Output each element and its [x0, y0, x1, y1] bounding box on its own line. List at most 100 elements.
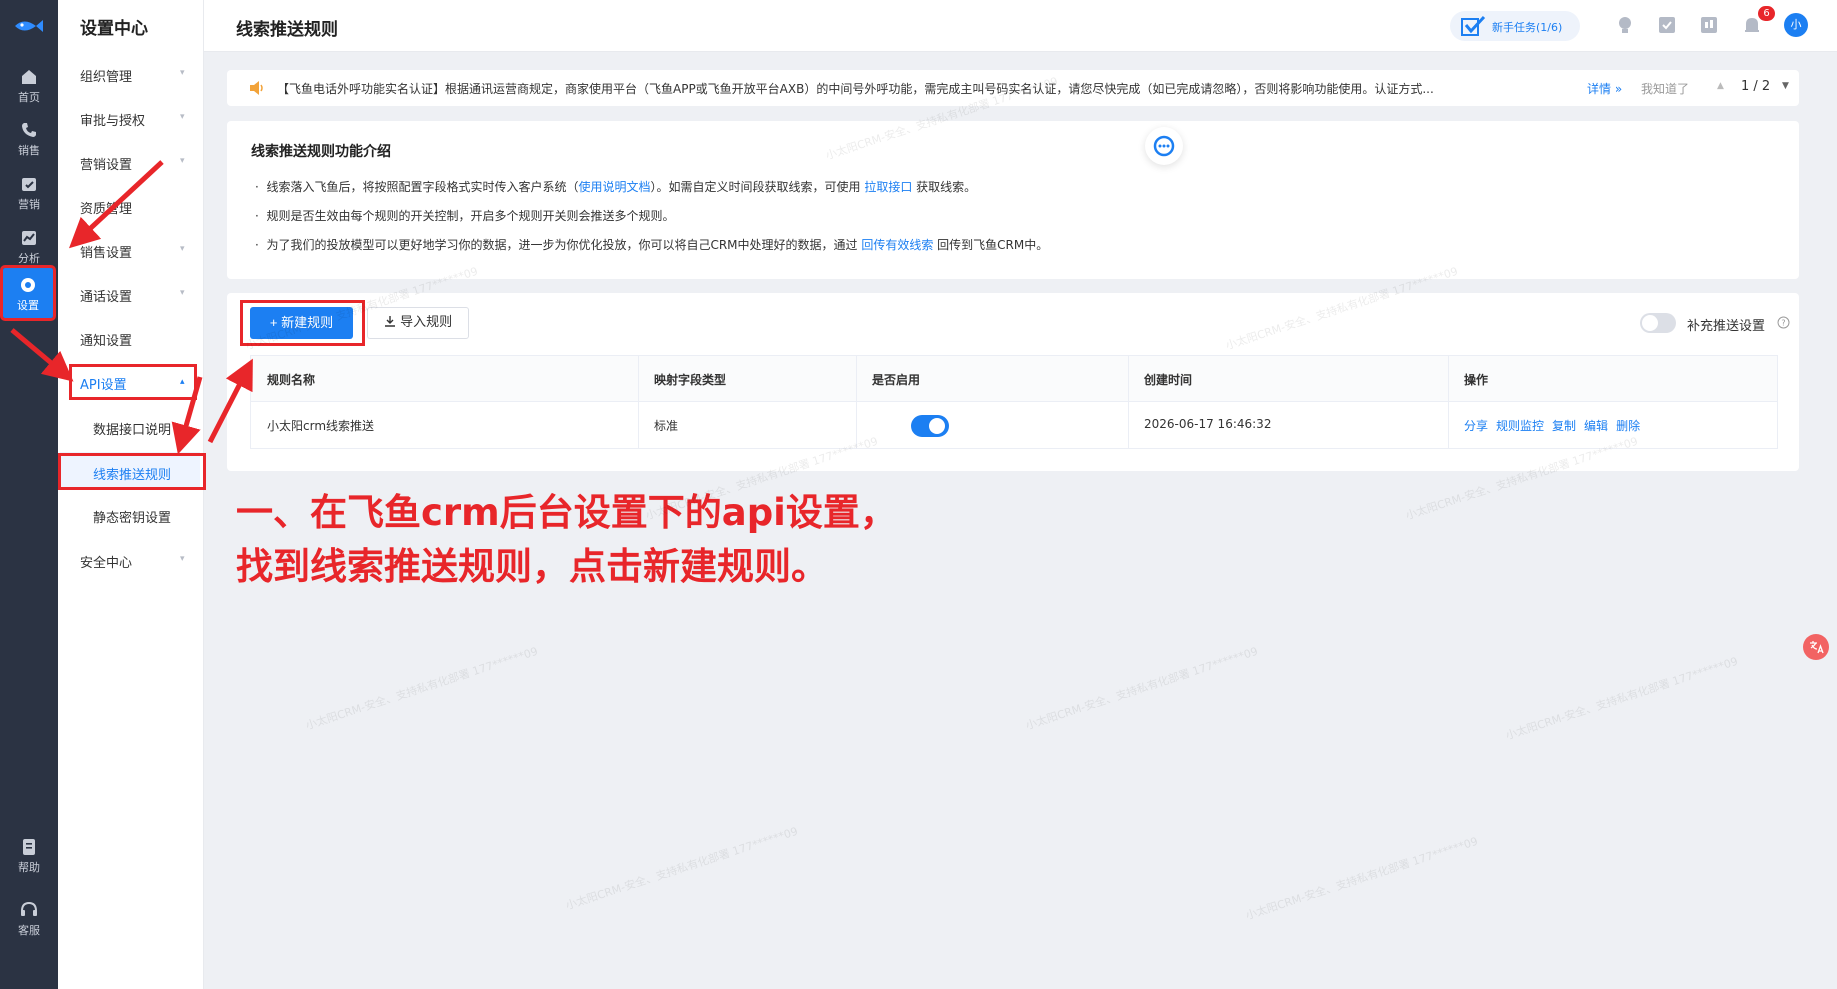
- intro-bullet-1: · 线索落入飞鱼后，将按照配置字段格式实时传入客户系统（使用说明文档）。如需自定…: [255, 178, 976, 195]
- svg-text:?: ?: [1781, 319, 1785, 328]
- menu-api[interactable]: API设置: [80, 374, 127, 393]
- import-rule-label: 导入规则: [400, 315, 453, 330]
- rail-settings[interactable]: 设置: [0, 265, 56, 321]
- bullet-1-mid: ）。如需自定义时间段获取线索，可使用: [650, 180, 865, 194]
- rail-analysis[interactable]: 分析: [0, 221, 58, 269]
- cell-field-type: 标准: [654, 419, 679, 433]
- delete-link[interactable]: 删除: [1616, 419, 1640, 433]
- notice-pager: 1 / 2: [1741, 79, 1771, 94]
- usage-doc-link[interactable]: 使用说明文档: [578, 180, 650, 194]
- marketing-icon: [22, 178, 36, 191]
- watermark: 小太阳CRM-安全、支持私有化部署 177******09: [304, 644, 540, 733]
- callback-leads-link[interactable]: 回传有效线索: [861, 238, 933, 252]
- top-bar: 线索推送规则 新手任务(1/6) 6 小: [204, 0, 1837, 52]
- header-field-type: 映射字段类型: [638, 356, 856, 402]
- menu-lead-push-rules[interactable]: 线索推送规则: [60, 452, 200, 488]
- left-rail: 首页 销售 营销 分析 设置 帮助 客服: [0, 0, 58, 989]
- lightbulb-icon[interactable]: [1614, 14, 1636, 36]
- cell-rule-name: 小太阳crm线索推送: [267, 419, 375, 433]
- rail-service[interactable]: 客服: [0, 893, 58, 941]
- speaker-icon: [250, 81, 263, 95]
- chat-assistant-button[interactable]: [1145, 127, 1183, 165]
- rail-home[interactable]: 首页: [0, 60, 58, 108]
- newbie-task-button[interactable]: 新手任务(1/6): [1450, 11, 1580, 41]
- new-rule-button[interactable]: + 新建规则: [250, 307, 353, 339]
- menu-security[interactable]: 安全中心: [80, 552, 132, 571]
- rail-help[interactable]: 帮助: [0, 830, 58, 878]
- bullet-dot: ·: [255, 238, 267, 252]
- enable-switch[interactable]: [911, 415, 949, 437]
- bullet-dot: ·: [255, 209, 267, 223]
- app-grid-icon[interactable]: [1698, 14, 1720, 36]
- chevron-up-icon: ▴: [180, 377, 185, 387]
- download-icon: [384, 316, 395, 327]
- notification-count-badge: 6: [1758, 6, 1775, 21]
- intro-card: 线索推送规则功能介绍 · 线索落入飞鱼后，将按照配置字段格式实时传入客户系统（使…: [227, 121, 1799, 279]
- menu-qualification[interactable]: 资质管理: [80, 198, 132, 217]
- headset-icon: [21, 901, 37, 916]
- cell-actions: 分享 规则监控 复制 编辑 删除: [1448, 402, 1777, 448]
- column-divider: [856, 356, 857, 448]
- watermark: 小太阳CRM-安全、支持私有化部署 177******09: [1024, 644, 1260, 733]
- intro-bullet-2: · 规则是否生效由每个规则的开关控制，开启多个规则开关则会推送多个规则。: [255, 207, 674, 224]
- rail-home-label: 首页: [18, 91, 40, 104]
- copy-link[interactable]: 复制: [1552, 419, 1576, 433]
- chevron-down-icon: ▾: [180, 244, 185, 254]
- bullet-2-text: 规则是否生效由每个规则的开关控制，开启多个规则开关则会推送多个规则。: [266, 209, 675, 223]
- pull-api-link[interactable]: 拉取接口: [864, 180, 912, 194]
- avatar[interactable]: 小: [1784, 13, 1808, 37]
- notice-dismiss-button[interactable]: 我知道了: [1641, 80, 1689, 97]
- menu-call[interactable]: 通话设置: [80, 286, 132, 305]
- intro-title: 线索推送规则功能介绍: [251, 144, 391, 160]
- annotation-line-1: 一、在飞鱼crm后台设置下的api设置，: [236, 491, 897, 534]
- header-created: 创建时间: [1128, 356, 1448, 402]
- task-check-icon: [1461, 15, 1486, 36]
- header-enabled: 是否启用: [856, 356, 1128, 402]
- annotation-text: 一、在飞鱼crm后台设置下的api设置， 找到线索推送规则，点击新建规则。: [236, 486, 897, 594]
- menu-approval[interactable]: 审批与授权: [80, 110, 145, 129]
- chevron-down-icon: ▾: [180, 288, 185, 298]
- bullet-3-pre: 为了我们的投放模型可以更好地学习你的数据，进一步为你优化投放，你可以将自己CRM…: [266, 238, 862, 252]
- settings-icon: [21, 278, 35, 292]
- column-divider: [1448, 356, 1449, 448]
- chevron-down-icon[interactable]: ▼: [1782, 81, 1789, 91]
- task-list-icon[interactable]: [1656, 14, 1678, 36]
- menu-api-docs[interactable]: 数据接口说明: [93, 419, 171, 438]
- rail-marketing[interactable]: 营销: [0, 167, 58, 215]
- menu-static-key[interactable]: 静态密钥设置: [93, 507, 171, 526]
- supplement-push-toggle[interactable]: [1640, 313, 1676, 333]
- rail-service-label: 客服: [18, 924, 40, 937]
- phone-icon: [22, 123, 36, 137]
- rail-sales-label: 销售: [18, 144, 40, 157]
- settings-submenu: 设置中心 组织管理 ▾ 审批与授权 ▾ 营销设置 ▾ 资质管理 销售设置 ▾ 通…: [58, 0, 204, 989]
- chevron-down-icon: ▾: [180, 156, 185, 166]
- chevron-up-icon[interactable]: ▲: [1717, 81, 1724, 91]
- column-divider: [638, 356, 639, 448]
- supplement-push-label: 补充推送设置: [1687, 319, 1766, 334]
- rules-table: 规则名称 映射字段类型 是否启用 创建时间 操作 小太阳crm线索推送 标准 2…: [250, 355, 1778, 449]
- menu-sales[interactable]: 销售设置: [80, 242, 132, 261]
- bullet-dot: ·: [255, 180, 267, 194]
- chevron-down-icon: ▾: [180, 554, 185, 564]
- question-icon[interactable]: ?: [1777, 316, 1790, 329]
- edit-link[interactable]: 编辑: [1584, 419, 1608, 433]
- watermark: 小太阳CRM-安全、支持私有化部署 177******09: [1504, 654, 1740, 743]
- chart-icon: [22, 231, 36, 245]
- menu-marketing[interactable]: 营销设置: [80, 154, 132, 173]
- bullet-3-post: 回传到飞鱼CRM中。: [933, 238, 1049, 252]
- import-rule-button[interactable]: 导入规则: [367, 307, 469, 339]
- bullet-1-pre: 线索落入飞鱼后，将按照配置字段格式实时传入客户系统（: [266, 180, 579, 194]
- menu-notify[interactable]: 通知设置: [80, 330, 132, 349]
- rail-help-label: 帮助: [18, 861, 40, 874]
- share-link[interactable]: 分享: [1464, 419, 1488, 433]
- translate-icon: [1810, 641, 1824, 654]
- menu-org[interactable]: 组织管理: [80, 66, 132, 85]
- rail-settings-label: 设置: [17, 299, 39, 312]
- intro-bullet-3: · 为了我们的投放模型可以更好地学习你的数据，进一步为你优化投放，你可以将自己C…: [255, 236, 1048, 253]
- rail-sales[interactable]: 销售: [0, 113, 58, 161]
- newbie-task-label: 新手任务(1/6): [1492, 21, 1563, 34]
- app-root: 首页 销售 营销 分析 设置 帮助 客服 设置中心 组织管理 ▾ 审批与授权 ▾…: [0, 0, 1837, 989]
- monitor-link[interactable]: 规则监控: [1496, 419, 1544, 433]
- translate-button[interactable]: [1803, 634, 1829, 660]
- notice-detail-link[interactable]: 详情 »: [1587, 80, 1622, 97]
